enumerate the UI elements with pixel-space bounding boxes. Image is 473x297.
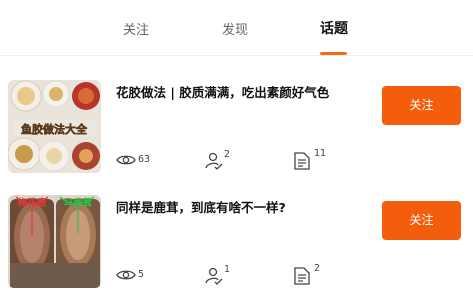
topic-title[interactable]: 花胶做法 | 胶质满满，吃出素颜好气色: [116, 82, 356, 101]
tab-following[interactable]: 关注: [123, 19, 149, 38]
participants-count: 1: [224, 264, 231, 275]
eye-icon: [116, 270, 136, 280]
views-count: 5: [138, 269, 145, 280]
topic-thumbnail: 梅花鹿 马鹿茸: [8, 195, 101, 288]
document-icon: [294, 152, 310, 170]
posts-count: 2: [314, 263, 321, 274]
topic-title[interactable]: 同样是鹿茸，到底有啥不一样?: [116, 197, 356, 216]
thumbnail-caption: 鱼胶做法大全: [21, 122, 88, 136]
participants-count: 2: [224, 149, 231, 160]
topic-thumbnail: 鱼胶做法大全: [8, 80, 101, 173]
tab-topics[interactable]: 话题: [320, 18, 348, 38]
posts-count: 11: [314, 148, 327, 159]
user-check-icon: [205, 152, 223, 170]
tab-discover[interactable]: 发现: [222, 19, 248, 38]
user-check-icon: [205, 267, 223, 285]
follow-button[interactable]: 关注: [382, 86, 461, 125]
tab-bar: 关注 发现 话题: [0, 0, 473, 56]
thumbnail-label-right: 马鹿茸: [64, 197, 93, 209]
follow-button[interactable]: 关注: [382, 201, 461, 240]
document-icon: [294, 267, 310, 285]
topic-item[interactable]: 鱼胶做法大全 花胶做法 | 胶质满满，吃出素颜好气色 关注 63 2 11: [0, 78, 473, 174]
views-count: 63: [138, 154, 151, 165]
thumbnail-label-left: 梅花鹿: [18, 197, 47, 209]
topic-item[interactable]: 梅花鹿 马鹿茸 同样是鹿茸，到底有啥不一样? 关注 5 1 2: [0, 193, 473, 289]
eye-icon: [116, 155, 136, 165]
active-tab-indicator: [320, 52, 347, 55]
